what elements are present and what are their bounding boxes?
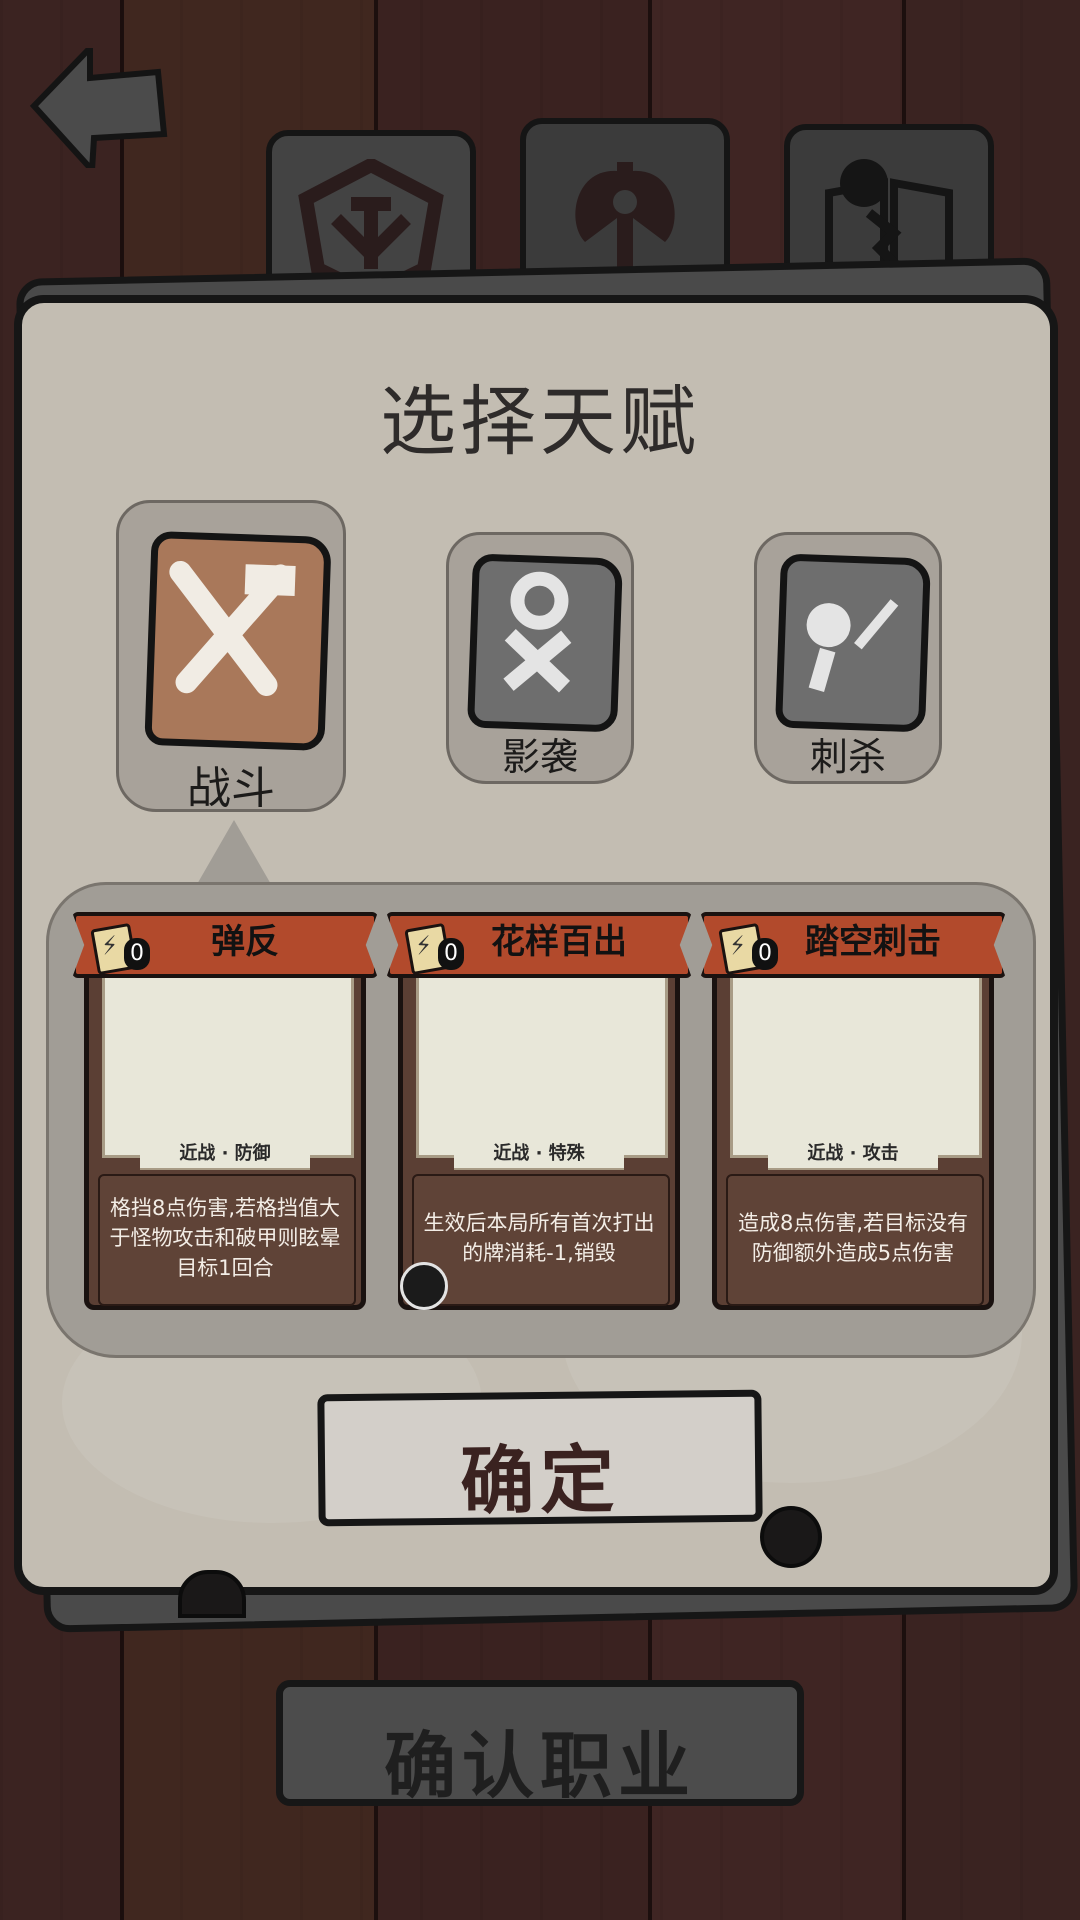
confirm-job-button[interactable]: 确认职业	[276, 1680, 804, 1808]
talent-label-shadow: 影袭	[501, 735, 578, 779]
back-button[interactable]	[28, 40, 168, 178]
card-tag: 近战 · 攻击	[768, 1140, 938, 1170]
selection-pointer	[196, 820, 272, 886]
back-arrow-icon	[29, 40, 168, 178]
card-art	[416, 972, 668, 1158]
card-name: 花样百出	[491, 922, 627, 962]
talent-option-assassin[interactable]: 刺杀	[754, 532, 942, 784]
card-tag: 近战 · 防御	[140, 1140, 310, 1170]
dagger-strike-icon	[806, 599, 899, 692]
card-name: 弹反	[211, 922, 279, 962]
card-art	[730, 972, 982, 1158]
panel-hole	[760, 1506, 822, 1568]
talent-option-combat[interactable]: 战斗	[116, 500, 346, 814]
card-tricks[interactable]: ⚡ 0 花样百出 近战 · 特殊 生效后本局所有首次打出的牌消耗-1,销毁	[386, 912, 692, 1310]
card-air-strike[interactable]: ⚡ 0 踏空刺击 近战 · 攻击 造成8点伤害,若目标没有防御额外造成5点伤害	[700, 912, 1006, 1310]
confirm-button-label: 确定	[459, 1437, 621, 1525]
destroy-icon	[400, 1262, 448, 1310]
card-parry[interactable]: ⚡ 0 弹反 近战 · 防御 格挡8点伤害,若格挡值大于怪物攻击和破甲则眩晕目标…	[72, 912, 378, 1310]
shadow-figure-icon	[503, 571, 572, 693]
card-art	[102, 972, 354, 1158]
talent-option-shadow[interactable]: 影袭	[446, 532, 634, 784]
card-description: 格挡8点伤害,若格挡值大于怪物攻击和破甲则眩晕目标1回合	[109, 1196, 341, 1280]
card-description: 生效后本局所有首次打出的牌消耗-1,销毁	[423, 1211, 655, 1265]
talent-label-assassin: 刺杀	[809, 735, 886, 779]
confirm-button[interactable]: 确定	[317, 1389, 763, 1527]
card-name: 踏空刺击	[805, 922, 941, 962]
panel-hole	[178, 1570, 246, 1618]
confirm-job-label: 确认职业	[383, 1724, 696, 1808]
crossed-swords-icon	[169, 560, 296, 697]
talent-label-combat: 战斗	[187, 763, 275, 814]
page-title: 选择天赋	[380, 377, 700, 466]
card-description: 造成8点伤害,若目标没有防御额外造成5点伤害	[737, 1211, 969, 1265]
card-tag: 近战 · 特殊	[454, 1140, 624, 1170]
